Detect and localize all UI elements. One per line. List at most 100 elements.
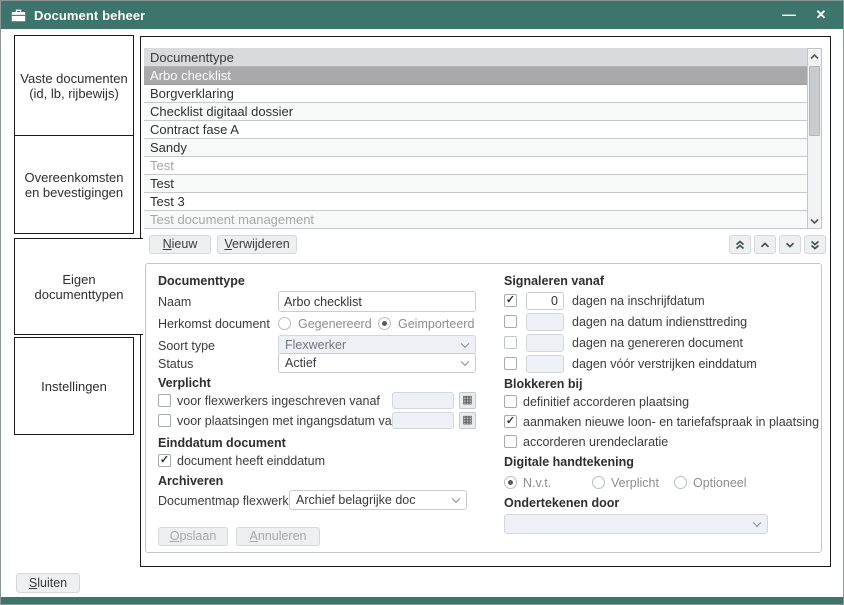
reorder-buttons (729, 235, 826, 254)
annuleren-button[interactable]: Annuleren (236, 527, 320, 546)
list-item[interactable]: Test document management (144, 211, 807, 229)
tab-vaste-documenten[interactable]: Vaste documenten (id, lb, rijbewijs) (14, 35, 134, 136)
checkbox-inschrijfdatum[interactable] (504, 294, 517, 307)
status-label: Status (158, 357, 193, 372)
soort-type-value: Flexwerker (285, 338, 346, 352)
checkbox-plaatsingen-vanaf-label: voor plaatsingen met ingangsdatum vanaf (177, 414, 409, 429)
radio-nvt-label: N.v.t. (523, 476, 551, 491)
list-scrollbar[interactable] (807, 48, 822, 229)
scroll-down-icon[interactable] (808, 213, 821, 228)
checkbox-genereren-document[interactable] (504, 336, 517, 349)
document-form: Documenttype Naam Herkomst document Gege… (145, 263, 822, 553)
move-down-button[interactable] (779, 235, 801, 254)
status-value: Actief (285, 356, 316, 370)
opslaan-button[interactable]: Opslaan (158, 527, 228, 546)
calendar-icon[interactable] (459, 392, 476, 409)
sluiten-button[interactable]: Sluiten (16, 573, 80, 593)
checkbox-document-heeft-einddatum[interactable] (158, 454, 171, 467)
calendar-icon[interactable] (459, 412, 476, 429)
window-title: Document beheer (34, 8, 145, 23)
radio-gegenereerd[interactable] (278, 317, 291, 330)
tab-label: Eigen documenttypen (20, 272, 138, 302)
documentmap-label: Documentmap flexwerker (158, 494, 300, 509)
list-item[interactable]: Borgverklaring (144, 85, 807, 103)
verstrijken-label: dagen vóór verstrijken einddatum (572, 357, 757, 372)
naam-label: Naam (158, 295, 191, 310)
tab-eigen-documenttypen[interactable]: Eigen documenttypen (14, 238, 143, 335)
naam-input[interactable] (278, 291, 476, 312)
herkomst-label: Herkomst document (158, 317, 270, 332)
genereren-label: dagen na genereren document (572, 336, 743, 351)
move-up-button[interactable] (754, 235, 776, 254)
chevron-down-icon (452, 495, 460, 503)
move-bottom-button[interactable] (804, 235, 826, 254)
checkbox-accorderen-urendeclaratie[interactable] (504, 435, 517, 448)
list-item[interactable]: Contract fase A (144, 121, 807, 139)
radio-optioneel[interactable] (674, 476, 687, 489)
status-select[interactable]: Actief (278, 353, 476, 373)
verstrijken-days-input[interactable] (526, 355, 564, 373)
double-chevron-up-icon (735, 240, 745, 250)
titlebar: Document beheer — ✕ (1, 1, 843, 29)
document-list: Documenttype Arbo checklist Borgverklari… (144, 48, 822, 229)
radio-verplicht[interactable] (592, 476, 605, 489)
list-item[interactable]: Sandy (144, 139, 807, 157)
radio-gegenereerd-label: Gegenereerd (298, 317, 372, 332)
list-item[interactable]: Test (144, 175, 807, 193)
inschrijfdatum-days-input[interactable] (526, 292, 564, 310)
radio-geimporteerd[interactable] (378, 317, 391, 330)
flexwerkers-vanaf-date-input[interactable] (392, 392, 454, 409)
soort-type-select[interactable]: Flexwerker (278, 335, 476, 355)
tab-overeenkomsten[interactable]: Overeenkomsten en bevestigingen (14, 135, 134, 234)
plaatsingen-vanaf-date-input[interactable] (392, 412, 454, 429)
checkbox-plaatsingen-vanaf[interactable] (158, 414, 171, 427)
inschrijfdatum-label: dagen na inschrijfdatum (572, 294, 705, 309)
ondertekenen-select[interactable] (504, 514, 768, 534)
content-panel: Documenttype Arbo checklist Borgverklari… (140, 36, 831, 567)
genereren-days-input[interactable] (526, 334, 564, 352)
archiveren-heading: Archiveren (158, 474, 223, 488)
tab-instellingen[interactable]: Instellingen (14, 337, 134, 435)
list-item[interactable]: Checklist digitaal dossier (144, 103, 807, 121)
signaleren-heading: Signaleren vanaf (504, 274, 604, 288)
chevron-down-icon (461, 340, 469, 348)
move-top-button[interactable] (729, 235, 751, 254)
radio-nvt[interactable] (504, 476, 517, 489)
einddatum-heading: Einddatum document (158, 436, 286, 450)
checkbox-verstrijken-einddatum[interactable] (504, 357, 517, 370)
checkbox-indiensttreding[interactable] (504, 315, 517, 328)
ondertekenen-heading: Ondertekenen door (504, 496, 619, 510)
list-header-documenttype[interactable]: Documenttype (144, 48, 807, 67)
documentmap-select[interactable]: Archief belagrijke doc (289, 490, 467, 510)
loon-tariefafspraak-label: aanmaken nieuwe loon- en tariefafspraak … (523, 415, 819, 430)
tab-label: Overeenkomsten en bevestigingen (20, 170, 128, 200)
scrollbar-thumb[interactable] (809, 66, 820, 136)
indiensttreding-days-input[interactable] (526, 313, 564, 331)
close-button[interactable]: ✕ (811, 5, 831, 25)
chevron-up-icon (760, 242, 770, 248)
checkbox-loon-tariefafspraak[interactable] (504, 415, 517, 428)
radio-optioneel-label: Optioneel (693, 476, 747, 491)
chevron-down-icon (461, 358, 469, 366)
tab-label: Vaste documenten (id, lb, rijbewijs) (20, 71, 128, 101)
double-chevron-down-icon (810, 240, 820, 250)
list-item[interactable]: Test (144, 157, 807, 175)
minimize-button[interactable]: — (779, 5, 799, 25)
tab-label: Instellingen (41, 379, 107, 394)
scroll-up-icon[interactable] (808, 49, 821, 64)
toolbox-icon (11, 9, 26, 22)
checkbox-definitief-accorderen[interactable] (504, 395, 517, 408)
checkbox-flexwerkers-vanaf[interactable] (158, 394, 171, 407)
blokkeren-heading: Blokkeren bij (504, 377, 583, 391)
digitale-handtekening-heading: Digitale handtekening (504, 455, 634, 469)
list-item[interactable]: Arbo checklist (144, 67, 807, 85)
nieuw-button[interactable]: Nieuw (149, 235, 211, 254)
verwijderen-button[interactable]: Verwijderen (217, 235, 297, 254)
documentmap-value: Archief belagrijke doc (296, 493, 416, 507)
document-list-rows: Documenttype Arbo checklist Borgverklari… (144, 48, 807, 229)
list-item[interactable]: Test 3 (144, 193, 807, 211)
checkbox-einddatum-label: document heeft einddatum (177, 454, 325, 469)
soort-type-label: Soort type (158, 339, 215, 354)
chevron-down-icon (753, 519, 761, 527)
chevron-down-icon (785, 242, 795, 248)
